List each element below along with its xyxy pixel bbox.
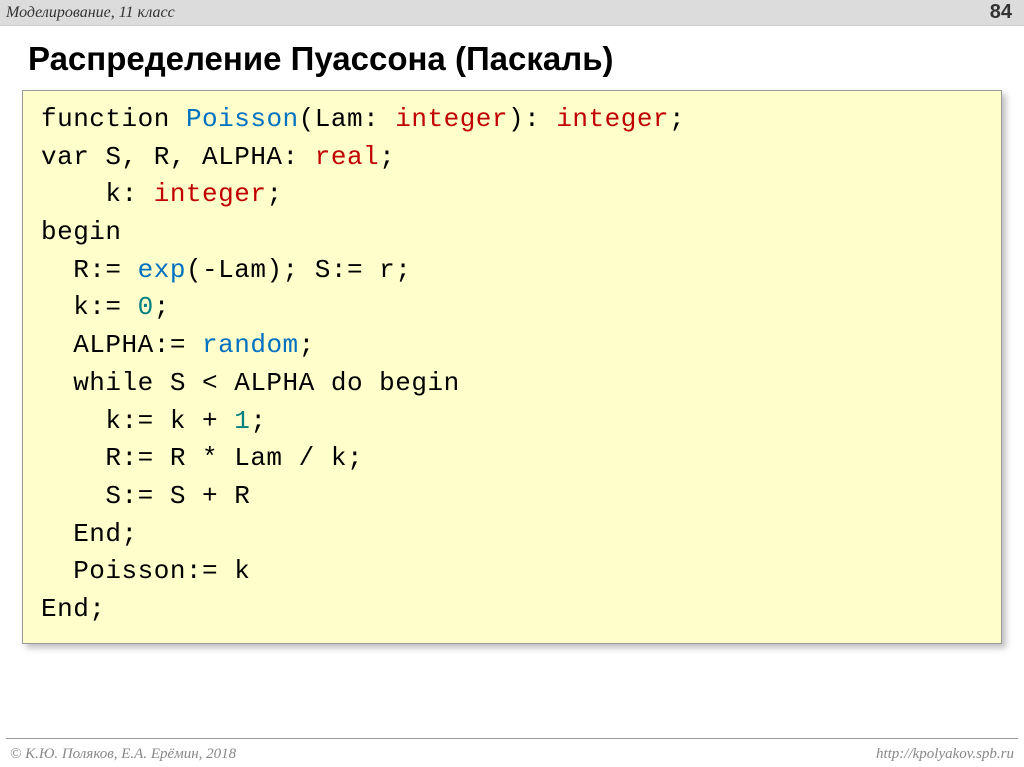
code-line: R:= R * Lam / k; <box>41 443 363 473</box>
code-line: End; <box>41 594 105 624</box>
code-line: S:= S + R <box>41 481 250 511</box>
code-line: Poisson:= k <box>41 556 250 586</box>
slide-header: Моделирование, 11 класс 84 <box>0 0 1024 26</box>
page-number: 84 <box>990 1 1012 24</box>
slide-footer: © К.Ю. Поляков, Е.А. Ерёмин, 2018 http:/… <box>0 746 1024 763</box>
code-line: R:= exp(-Lam); S:= r; <box>41 255 411 285</box>
code-line: k:= 0; <box>41 292 170 322</box>
course-title: Моделирование, 11 класс <box>6 4 175 22</box>
slide-title: Распределение Пуассона (Паскаль) <box>0 26 1024 90</box>
code-line: k: integer; <box>41 179 283 209</box>
copyright-text: © К.Ю. Поляков, Е.А. Ерёмин, 2018 <box>10 746 236 763</box>
code-line: var S, R, ALPHA: real; <box>41 142 395 172</box>
footer-divider <box>6 738 1018 739</box>
code-line: End; <box>41 519 138 549</box>
code-line: k:= k + 1; <box>41 406 266 436</box>
code-block: function Poisson(Lam: integer): integer;… <box>22 90 1002 644</box>
footer-url: http://kpolyakov.spb.ru <box>876 746 1014 763</box>
code-line: ALPHA:= random; <box>41 330 315 360</box>
code-line: begin <box>41 217 122 247</box>
code-line: function Poisson(Lam: integer): integer; <box>41 104 685 134</box>
code-line: while S < ALPHA do begin <box>41 368 460 398</box>
